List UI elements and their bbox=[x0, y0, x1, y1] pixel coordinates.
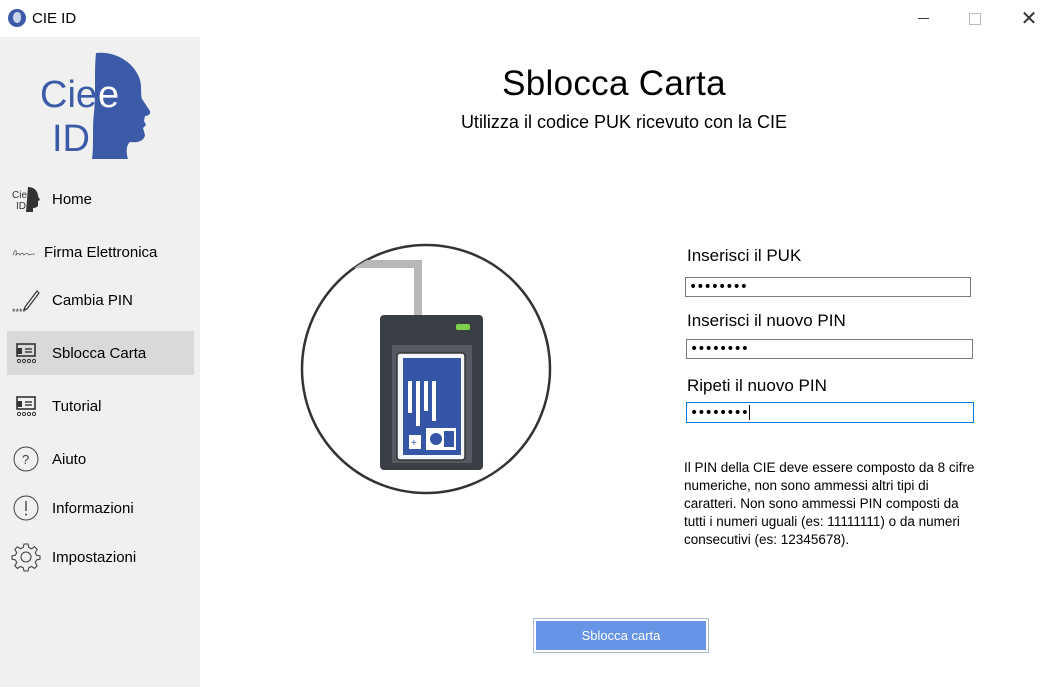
close-icon: ✕ bbox=[1020, 8, 1038, 30]
cie-id-icon: Cie ID bbox=[12, 187, 40, 212]
info-icon bbox=[13, 495, 39, 521]
sidebar-item-label: Firma Elettronica bbox=[44, 243, 158, 261]
svg-text:ID: ID bbox=[52, 118, 90, 160]
sidebar-item-label: Cambia PIN bbox=[52, 291, 133, 309]
new-pin-label: Inserisci il nuovo PIN bbox=[687, 311, 846, 330]
puk-input[interactable]: •••••••• bbox=[685, 277, 971, 297]
pin-rules-info: Il PIN della CIE deve essere composto da… bbox=[684, 460, 975, 547]
minimize-icon bbox=[917, 18, 929, 19]
minimize-button[interactable] bbox=[900, 0, 946, 37]
puk-value: •••••••• bbox=[689, 279, 748, 295]
unlock-card-button[interactable]: Sblocca carta bbox=[533, 618, 709, 653]
maximize-button[interactable] bbox=[952, 0, 998, 37]
card-reader-icon bbox=[16, 396, 37, 417]
signature-icon bbox=[12, 250, 36, 257]
cie-id-logo: Cie ID e bbox=[40, 52, 151, 160]
svg-text:Cie: Cie bbox=[40, 74, 97, 116]
sidebar-item-impostazioni[interactable]: Impostazioni bbox=[7, 535, 194, 579]
unlock-card-button-label: Sblocca carta bbox=[536, 621, 706, 650]
page-title: Sblocca Carta bbox=[502, 64, 726, 103]
svg-text:Cie: Cie bbox=[12, 190, 27, 201]
svg-text:+: + bbox=[411, 438, 417, 449]
svg-text:****: **** bbox=[12, 307, 27, 315]
sidebar-item-cambia-pin[interactable]: **** Cambia PIN bbox=[7, 278, 194, 322]
app-icon bbox=[8, 9, 26, 27]
text-caret bbox=[749, 405, 751, 420]
svg-text:?: ? bbox=[22, 452, 29, 467]
pencil-icon: **** bbox=[12, 290, 40, 315]
sidebar-item-aiuto[interactable]: ? Aiuto bbox=[7, 437, 194, 481]
sidebar-item-label: Sblocca Carta bbox=[52, 344, 147, 362]
window-title: CIE ID bbox=[32, 10, 77, 27]
sidebar-item-firma-elettronica[interactable]: Firma Elettronica bbox=[7, 230, 194, 274]
card-reader-illustration: + bbox=[300, 243, 552, 495]
puk-label: Inserisci il PUK bbox=[687, 246, 802, 265]
sidebar-item-informazioni[interactable]: Informazioni bbox=[7, 486, 194, 530]
sidebar-item-sblocca-carta[interactable]: Sblocca Carta bbox=[7, 331, 194, 375]
gear-icon bbox=[11, 543, 41, 572]
question-icon: ? bbox=[13, 446, 39, 472]
sidebar-item-label: Informazioni bbox=[52, 499, 134, 517]
sidebar-item-tutorial[interactable]: Tutorial bbox=[7, 384, 194, 428]
svg-text:ID: ID bbox=[16, 201, 26, 212]
sidebar-item-label: Aiuto bbox=[52, 450, 87, 468]
sidebar: Cie ID e Cie ID Home Firma Elettronica *… bbox=[0, 37, 200, 687]
sidebar-item-home[interactable]: Cie ID Home bbox=[7, 177, 194, 221]
maximize-icon bbox=[969, 12, 981, 25]
sidebar-item-label: Impostazioni bbox=[52, 548, 137, 566]
sidebar-item-label: Tutorial bbox=[52, 397, 102, 415]
repeat-pin-label: Ripeti il nuovo PIN bbox=[687, 376, 827, 395]
page-subtitle: Utilizza il codice PUK ricevuto con la C… bbox=[460, 112, 788, 132]
svg-text:e: e bbox=[98, 74, 119, 116]
new-pin-value: •••••••• bbox=[690, 341, 749, 357]
new-pin-input[interactable]: •••••••• bbox=[686, 339, 973, 359]
repeat-pin-input[interactable]: •••••••• bbox=[686, 402, 974, 423]
title-bar: CIE ID ✕ bbox=[0, 0, 1064, 37]
close-button[interactable]: ✕ bbox=[1006, 0, 1052, 37]
repeat-pin-value: •••••••• bbox=[690, 404, 749, 421]
card-reader-icon bbox=[16, 343, 37, 364]
sidebar-item-label: Home bbox=[52, 190, 93, 208]
